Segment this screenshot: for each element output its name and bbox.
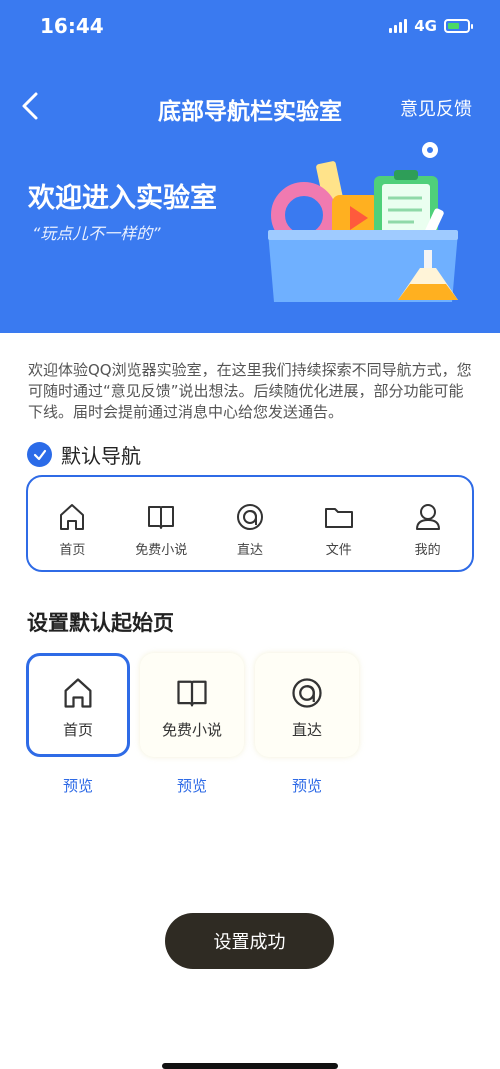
nav-item-novel[interactable]: 免费小说: [117, 477, 206, 570]
start-page-title: 设置默认起始页: [27, 611, 174, 635]
hero-title: 欢迎进入实验室: [28, 183, 217, 214]
network-type: 4G: [414, 17, 437, 35]
direct-icon: [236, 504, 263, 530]
status-bar: 16:44 4G: [0, 0, 500, 52]
intro-text: 欢迎体验QQ浏览器实验室，在这里我们持续探索不同导航方式，您可随时通过“意见反馈…: [28, 361, 472, 421]
default-nav-preview[interactable]: 首页 免费小说 直达 文件 我的: [26, 475, 474, 572]
nav-item-label: 免费小说: [135, 543, 188, 558]
battery-icon: [444, 19, 473, 33]
nav-item-files[interactable]: 文件: [294, 477, 383, 570]
navigation-bar: 底部导航栏实验室 意见反馈: [0, 80, 500, 132]
preview-link-home[interactable]: 预览: [26, 775, 130, 796]
home-icon: [64, 678, 92, 708]
nav-item-home[interactable]: 首页: [28, 477, 117, 570]
nav-item-direct[interactable]: 直达: [206, 477, 295, 570]
nav-item-label: 首页: [59, 543, 86, 558]
signal-icon: [389, 19, 408, 33]
book-icon: [148, 506, 175, 529]
hero-banner: 16:44 4G 底部导航栏实验室 意见反馈 欢迎进入实验室 “玩点儿不一样的”: [0, 0, 500, 333]
home-icon: [60, 504, 85, 530]
hero-slogan: “玩点儿不一样的”: [32, 224, 161, 243]
status-time: 16:44: [40, 14, 104, 38]
book-icon: [177, 680, 207, 707]
nav-item-label: 我的: [414, 543, 441, 558]
default-nav-label: 默认导航: [61, 444, 141, 468]
default-nav-option[interactable]: 默认导航: [27, 440, 141, 469]
checkmark-icon[interactable]: [27, 442, 52, 467]
nav-item-label: 文件: [325, 543, 352, 558]
start-option-label: 首页: [62, 721, 93, 739]
preview-link-novel[interactable]: 预览: [140, 775, 244, 796]
start-option-home[interactable]: 首页: [26, 653, 130, 757]
start-option-label: 直达: [291, 721, 322, 739]
nav-item-profile[interactable]: 我的: [383, 477, 472, 570]
preview-link-direct[interactable]: 预览: [255, 775, 359, 796]
lab-toolbox-illustration: [268, 142, 458, 302]
profile-icon: [415, 504, 440, 530]
start-option-novel[interactable]: 免费小说: [140, 653, 244, 757]
status-indicators: 4G: [389, 17, 473, 35]
feedback-link[interactable]: 意见反馈: [400, 95, 472, 121]
home-indicator[interactable]: [162, 1063, 338, 1069]
direct-icon: [292, 678, 322, 708]
start-option-direct[interactable]: 直达: [255, 653, 359, 757]
nav-item-label: 直达: [236, 543, 263, 558]
start-option-label: 免费小说: [161, 721, 222, 739]
folder-icon: [324, 508, 353, 528]
success-toast: 设置成功: [165, 913, 334, 969]
